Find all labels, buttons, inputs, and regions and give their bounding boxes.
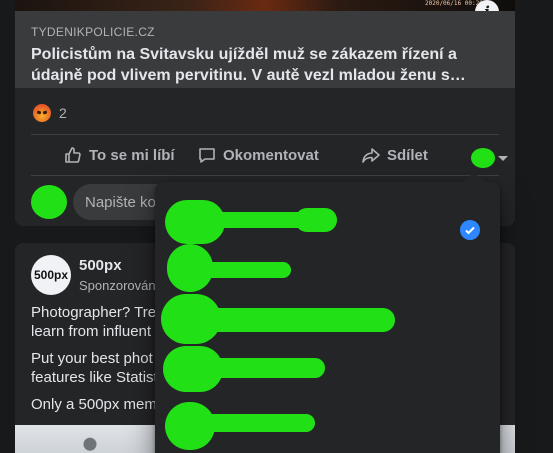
reactions-summary[interactable]: 2: [33, 104, 67, 122]
thumbs-up-icon: [65, 147, 81, 163]
comment-button[interactable]: Okomentovat: [197, 145, 319, 165]
like-button[interactable]: To se mi líbí: [63, 145, 175, 165]
caret-down-icon: [498, 155, 508, 161]
redacted-avatar: [471, 148, 495, 168]
redacted-avatar: [31, 185, 67, 219]
link-preview[interactable]: TYDENIKPOLICIE.CZ Policistům na Svitavsk…: [15, 11, 515, 88]
reaction-count: 2: [59, 105, 67, 121]
share-label: Sdílet: [387, 146, 428, 164]
divider: [31, 134, 499, 135]
sponsored-label[interactable]: Sponzorováno: [79, 278, 163, 293]
profile-option[interactable]: [155, 344, 500, 402]
comment-label: Okomentovat: [223, 146, 319, 164]
divider: [31, 175, 499, 176]
profile-option[interactable]: [155, 396, 500, 453]
angry-reaction-icon: [33, 104, 51, 122]
like-label: To se mi líbí: [89, 146, 175, 164]
link-headline[interactable]: Policistům na Svitavsku ujížděl muž se z…: [31, 44, 501, 86]
selected-check-icon: [460, 220, 480, 240]
image-timestamp: 2020/06/16 00:26: [425, 0, 483, 7]
brand-name[interactable]: 500px: [79, 257, 122, 274]
profile-switcher-menu: [155, 172, 500, 453]
profile-selector[interactable]: [471, 148, 508, 168]
link-domain: TYDENIKPOLICIE.CZ: [31, 25, 155, 39]
post-actions: To se mi líbí Okomentovat Sdílet: [31, 140, 508, 170]
comment-icon: [199, 148, 215, 163]
share-button[interactable]: Sdílet: [361, 145, 428, 165]
share-icon: [362, 148, 380, 163]
brand-logo[interactable]: 500px: [31, 255, 71, 295]
